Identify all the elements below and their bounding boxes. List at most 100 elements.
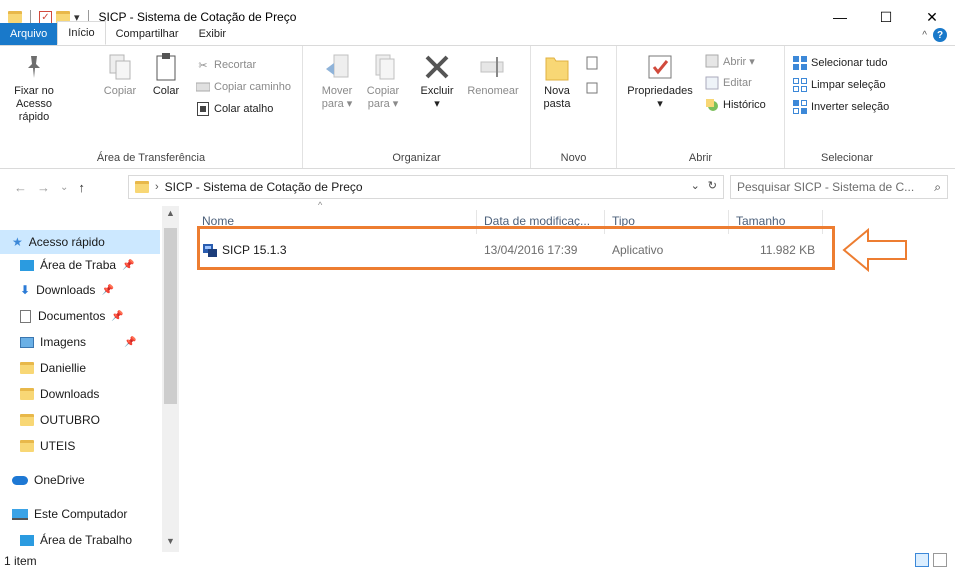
computer-icon [12,508,28,520]
copy-button[interactable]: Copiar [100,52,140,98]
history-label: Histórico [723,99,766,111]
breadcrumb-current[interactable]: SICP - Sistema de Cotação de Preço [165,180,363,194]
nav-item-folder[interactable]: OUTUBRO [0,408,100,432]
delete-label: Excluir ▾ [420,85,454,110]
scroll-down-icon[interactable]: ▼ [166,536,175,546]
search-input[interactable]: Pesquisar SICP - Sistema de C... ⌕ [730,175,948,199]
group-select: Selecionar tudo Limpar seleção Inverter … [785,46,909,168]
group-organize: Mover para ▾ Copiar para ▾ Excluir ▾ Ren… [303,46,531,168]
edit-label: Editar [723,77,752,89]
nav-item-desktop[interactable]: Área de Traba 📌 [0,253,135,277]
move-to-button[interactable]: Mover para ▾ [317,52,357,111]
collapse-ribbon-button[interactable]: ^ [922,30,927,41]
nav-item-pictures[interactable]: Imagens 📌 [0,330,136,354]
shortcut-icon [196,102,210,116]
nav-item-label: Documentos [38,309,106,323]
pin-icon: 📌 [122,259,135,271]
large-icons-view-icon[interactable] [933,553,947,567]
group-label-select: Selecionar [821,152,873,164]
ribbon-right-controls: ^ ? [922,28,947,42]
refresh-icon[interactable]: ↻ [708,179,717,192]
up-arrow-icon[interactable]: ↑ [78,180,85,195]
tab-share[interactable]: Compartilhar [106,23,189,45]
select-all-button[interactable]: Selecionar tudo [793,56,887,70]
select-all-icon [793,56,807,70]
search-placeholder: Pesquisar SICP - Sistema de C... [737,180,915,194]
group-new: Nova pasta Novo [531,46,617,168]
select-none-label: Limpar seleção [811,79,886,91]
nav-item-folder[interactable]: Downloads [0,382,99,406]
nav-item-folder[interactable]: Daniellie [0,356,86,380]
copy-to-icon [368,52,398,82]
address-bar[interactable]: › SICP - Sistema de Cotação de Preço ⌄ ↻ [128,175,724,199]
tab-view[interactable]: Exibir [189,23,237,45]
copy-to-label: Copiar para ▾ [366,85,400,110]
view-switcher [915,553,947,567]
desktop-icon [20,534,34,546]
select-none-button[interactable]: Limpar seleção [793,78,886,92]
cut-label: Recortar [214,59,257,71]
history-button[interactable]: Histórico [705,98,766,112]
invert-selection-button[interactable]: Inverter seleção [793,100,889,114]
nav-this-pc-label: Este Computador [34,507,128,521]
rename-button[interactable]: Renomear [463,52,523,98]
recent-dropdown-icon[interactable]: ⌄ [60,182,68,193]
properties-button[interactable]: Propriedades ▾ [623,52,697,111]
group-label-new: Novo [560,152,587,164]
nav-quick-access[interactable]: ★ Acesso rápido [0,230,160,254]
copy-path-button[interactable]: Copiar caminho [196,80,291,94]
select-all-label: Selecionar tudo [811,57,888,69]
nav-item-folder[interactable]: UTEIS [0,434,75,458]
scroll-thumb[interactable] [164,228,177,404]
scroll-up-icon[interactable]: ▲ [166,208,175,218]
open-button[interactable]: Abrir ▾ [705,54,755,68]
tab-file[interactable]: Arquivo [0,23,58,45]
copy-icon [105,52,135,82]
nav-item-label: UTEIS [40,439,76,453]
pictures-icon [20,336,34,348]
pin-quick-access-button[interactable]: Fixar no Acesso rápido [4,52,64,124]
details-view-icon[interactable] [915,553,929,567]
new-folder-button[interactable]: Nova pasta [535,52,579,111]
move-icon [322,52,352,82]
folder-icon [20,414,34,426]
paste-button[interactable]: Colar [146,52,186,98]
address-controls: ⌄ ↻ [691,179,717,192]
pin-icon: 📌 [124,336,137,348]
nav-item-downloads[interactable]: ⬇ Downloads 📌 [0,278,114,302]
nav-item-label: Daniellie [40,361,87,375]
search-icon: ⌕ [934,180,941,194]
open-icon [705,54,719,68]
history-icon [705,98,719,112]
nav-item-desktop-pc[interactable]: Área de Trabalho [0,528,132,552]
nav-scrollbar[interactable]: ▲ ▼ [162,206,179,552]
nav-onedrive[interactable]: OneDrive [0,468,85,492]
nav-this-pc[interactable]: Este Computador [0,502,127,526]
breadcrumb-separator[interactable]: › [155,181,159,193]
delete-button[interactable]: Excluir ▾ [415,52,459,111]
copy-to-button[interactable]: Copiar para ▾ [363,52,403,111]
pin-icon [19,52,49,82]
rename-label: Renomear [467,85,519,97]
edit-icon [705,76,719,90]
help-icon[interactable]: ? [933,28,947,42]
edit-button[interactable]: Editar [705,76,752,90]
easy-access-icon [585,80,599,94]
group-label-clipboard: Área de Transferência [96,152,206,164]
group-label-open: Abrir [688,152,713,164]
nav-item-documents[interactable]: Documentos 📌 [0,304,124,328]
sort-indicator-icon: ^ [318,200,323,210]
nav-onedrive-label: OneDrive [34,473,85,487]
forward-arrow-icon[interactable]: → [37,180,50,195]
tab-home[interactable]: Início [57,21,106,45]
cut-button[interactable]: ✂ Recortar [196,58,256,72]
paste-shortcut-button[interactable]: Colar atalho [196,102,273,116]
back-arrow-icon[interactable]: ← [14,180,27,195]
easy-access-button[interactable] [585,80,599,94]
new-folder-label: Nova pasta [543,85,571,110]
new-item-button[interactable] [585,56,599,70]
select-none-icon [793,78,807,92]
address-dropdown-icon[interactable]: ⌄ [691,179,700,192]
rename-icon [478,52,508,82]
group-clipboard: Fixar no Acesso rápido Copiar Colar ✂ Re… [0,46,303,168]
